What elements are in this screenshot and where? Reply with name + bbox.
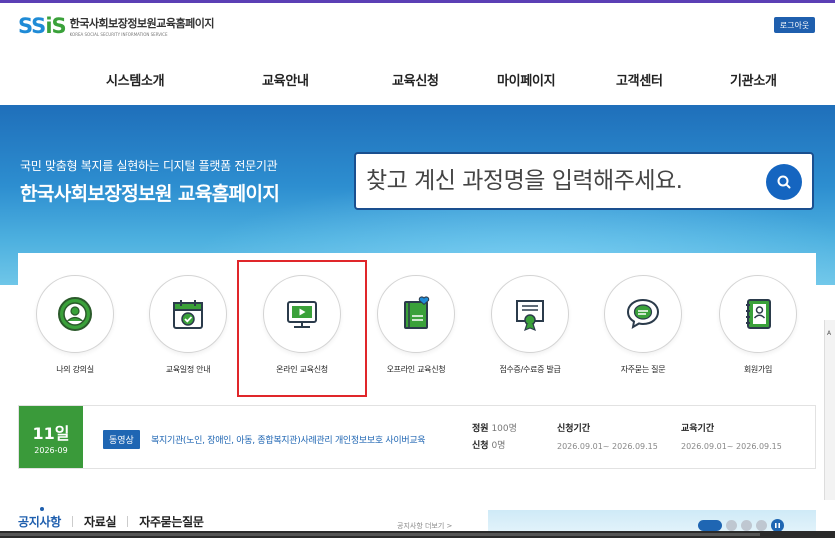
top-header: SSiS 한국사회보장정보원교육홈페이지 KOREA SOCIAL SECURI…: [0, 0, 835, 50]
quick-item-offline-apply[interactable]: 오프라인 교육신청: [366, 275, 466, 375]
apply-period-value: 2026.09.01~ 2026.09.15: [557, 442, 658, 451]
logo-subtext: KOREA SOCIAL SECURITY INFORMATION SERVIC…: [69, 32, 168, 37]
date-year-month: 2026-09: [34, 445, 68, 455]
site-logo[interactable]: SSiS 한국사회보장정보원교육홈페이지 KOREA SOCIAL SECURI…: [18, 14, 214, 38]
capacity-value: 100명: [491, 424, 517, 434]
scrollbar-thumb[interactable]: [0, 533, 760, 536]
pagination-dot[interactable]: [726, 520, 737, 531]
logo-text: 한국사회보장정보원교육홈페이지: [69, 17, 215, 30]
logo-mark: SSiS: [18, 14, 67, 38]
applied-value: 0명: [491, 441, 506, 451]
edu-period-label: 교육기간: [681, 424, 715, 434]
quick-icon-circle: [604, 275, 682, 353]
top-accent-strip: [0, 0, 835, 3]
edu-period: 교육기간 2026.09.01~ 2026.09.15: [681, 421, 782, 455]
notice-more-link[interactable]: 공지사항 더보기 >: [397, 521, 452, 531]
tab-divider: [127, 516, 129, 527]
nav-item-mypage[interactable]: 마이페이지: [497, 70, 556, 89]
side-panel-label: A: [827, 330, 832, 337]
tab-faq[interactable]: 자주묻는질문: [139, 513, 204, 530]
search-button[interactable]: [766, 164, 802, 200]
edu-period-value: 2026.09.01~ 2026.09.15: [681, 442, 782, 451]
horizontal-scrollbar[interactable]: [0, 531, 835, 538]
quick-label: 접수증/수료증 발급: [499, 365, 561, 374]
active-tab-dot: [40, 507, 44, 511]
quick-item-certificate[interactable]: 접수증/수료증 발급: [480, 275, 580, 375]
pagination-dot-active[interactable]: [698, 520, 722, 531]
side-panel-handle[interactable]: A: [824, 320, 835, 500]
search-input[interactable]: [366, 162, 746, 200]
quick-item-faq[interactable]: 자주묻는 질문: [593, 275, 693, 375]
book-heart-icon: [404, 296, 430, 329]
quick-item-signup[interactable]: 회원가입: [708, 275, 808, 375]
capacity-label: 정원: [472, 424, 489, 434]
main-navigation: 시스템소개 교육안내 교육신청 마이페이지 고객센터 기관소개: [0, 55, 835, 103]
quick-item-my-classroom[interactable]: 나의 강의실: [25, 275, 125, 375]
course-list-item[interactable]: 11일 2026-09 동영상 복지기관(노인, 장애인, 아동, 종합복지관)…: [18, 405, 816, 469]
pause-icon: [775, 523, 780, 528]
quick-icon-circle: [491, 275, 569, 353]
nav-item-system-intro[interactable]: 시스템소개: [106, 70, 165, 89]
logout-button[interactable]: 로그아웃: [774, 17, 815, 33]
quick-icon-circle: [149, 275, 227, 353]
chat-bubble-icon: [626, 298, 660, 329]
apply-period-label: 신청기간: [557, 424, 591, 434]
pagination-dot[interactable]: [756, 520, 767, 531]
tab-notice[interactable]: 공지사항: [18, 507, 61, 530]
quick-label: 교육일정 안내: [165, 365, 211, 374]
contact-book-icon: [746, 299, 771, 329]
apply-period: 신청기간 2026.09.01~ 2026.09.15: [557, 421, 658, 455]
quick-label: 자주묻는 질문: [620, 365, 666, 374]
hero-title: 한국사회보장정보원 교육홈페이지: [20, 183, 280, 205]
search-box: [354, 152, 814, 210]
nav-item-edu-guide[interactable]: 교육안내: [262, 70, 309, 89]
pagination-dot[interactable]: [741, 520, 752, 531]
tab-divider: [71, 516, 73, 527]
capacity-block: 정원 100명 신청 0명: [472, 421, 517, 455]
user-circle-icon: [58, 297, 92, 331]
certificate-icon: [516, 300, 544, 332]
quick-item-edu-schedule[interactable]: 교육일정 안내: [138, 275, 238, 375]
nav-item-support[interactable]: 고객센터: [616, 70, 663, 89]
date-badge: 11일 2026-09: [19, 406, 83, 468]
logo-text-group: 한국사회보장정보원교육홈페이지 KOREA SOCIAL SECURITY IN…: [69, 15, 215, 37]
nav-item-org-intro[interactable]: 기관소개: [730, 70, 777, 89]
quick-icon-circle: [719, 275, 797, 353]
tab-notice-label: 공지사항: [18, 515, 61, 529]
date-day: 11일: [32, 423, 70, 443]
course-title-link[interactable]: 복지기관(노인, 장애인, 아동, 종합복지관)사례관리 개인정보보호 사이버교…: [151, 433, 461, 446]
quick-icon-circle: [377, 275, 455, 353]
quick-label: 오프라인 교육신청: [386, 365, 446, 374]
search-icon: [777, 175, 791, 189]
tab-archive[interactable]: 자료실: [84, 513, 117, 530]
quick-icon-circle: [36, 275, 114, 353]
quick-menu: 나의 강의실 교육일정 안내 온라인 교육신청 오프라인 교육신청 접수증/수료…: [18, 253, 816, 393]
applied-label: 신청: [472, 441, 489, 451]
quick-label: 회원가입: [743, 365, 773, 374]
quick-label: 나의 강의실: [56, 365, 94, 374]
calendar-check-icon: [173, 300, 203, 329]
hero-subtitle: 국민 맞춤형 복지를 실현하는 디지털 플랫폼 전문기관: [20, 159, 278, 173]
nav-item-edu-apply[interactable]: 교육신청: [392, 70, 439, 89]
video-tag-badge: 동영상: [103, 430, 140, 449]
highlight-frame: [237, 260, 367, 397]
